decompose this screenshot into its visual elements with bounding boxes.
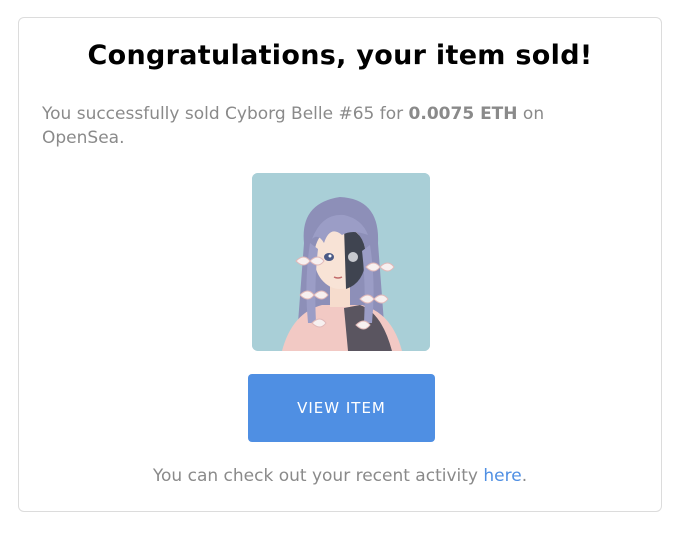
activity-footer: You can check out your recent activity h… <box>19 466 661 486</box>
footer-end: . <box>521 466 528 486</box>
cyborg-girl-nft-artwork-icon <box>252 173 430 351</box>
page-title: Congratulations, your item sold! <box>87 40 593 71</box>
sale-price: 0.0075 ETH <box>408 104 518 124</box>
nft-item-image[interactable] <box>252 173 430 351</box>
sale-message: You successfully sold Cyborg Belle #65 f… <box>42 102 602 150</box>
footer-text: You can check out your recent activity <box>152 466 484 486</box>
activity-here-link[interactable]: here <box>483 466 521 486</box>
sale-message-prefix: You successfully sold Cyborg Belle #65 f… <box>42 104 409 124</box>
sale-notification-card: Congratulations, your item sold! You suc… <box>18 17 662 512</box>
view-item-button[interactable]: VIEW ITEM <box>248 374 435 442</box>
